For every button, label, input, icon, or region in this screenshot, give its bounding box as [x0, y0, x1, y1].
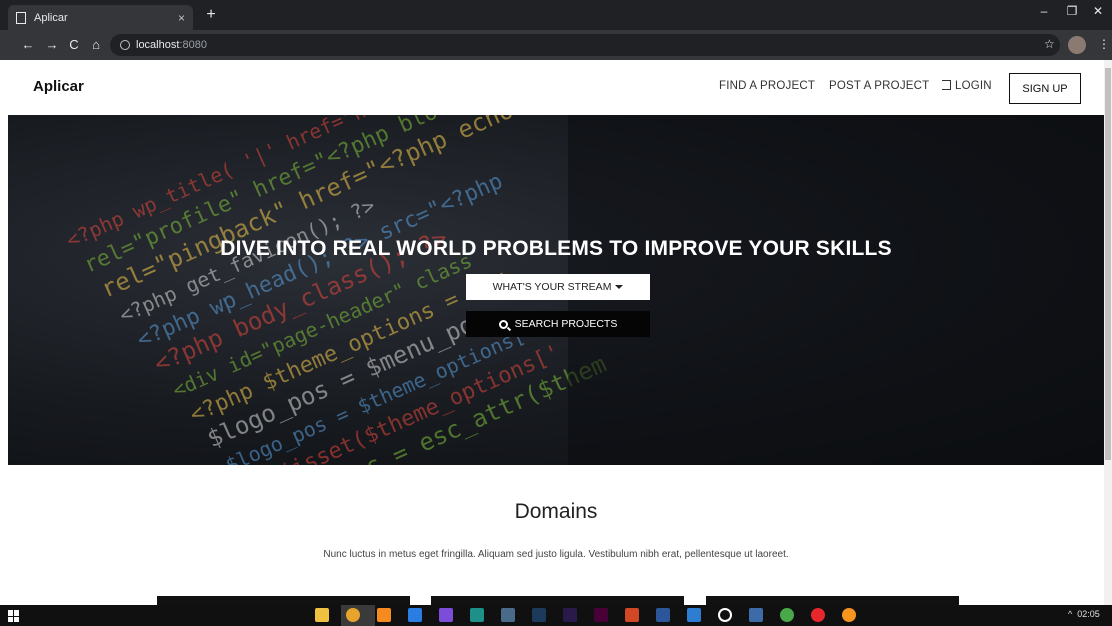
- caret-down-icon: [615, 285, 624, 289]
- close-window-icon[interactable]: ✕: [1084, 4, 1112, 18]
- xd-icon[interactable]: [594, 608, 608, 622]
- windows-start-icon[interactable]: [8, 610, 20, 622]
- domains-heading: Domains: [514, 500, 598, 523]
- site-info-icon[interactable]: [120, 40, 130, 50]
- visual-studio-icon[interactable]: [687, 608, 701, 622]
- forward-icon[interactable]: →: [44, 37, 60, 53]
- domains-description: Nunc luctus in metus eget fringilla. Ali…: [323, 549, 789, 560]
- windows-taskbar: [0, 605, 1112, 626]
- reload-icon[interactable]: C: [66, 37, 82, 53]
- page-icon: [16, 11, 26, 24]
- nav-login[interactable]: LOGIN: [942, 80, 992, 92]
- browser-tab[interactable]: Aplicar ×: [8, 5, 193, 30]
- ring-icon[interactable]: [718, 608, 732, 622]
- app-teal-icon[interactable]: [470, 608, 484, 622]
- premiere-icon[interactable]: [563, 608, 577, 622]
- hero-title: DIVE INTO REAL WORLD PROBLEMS TO IMPROVE…: [220, 237, 892, 260]
- nav-find-project[interactable]: FIND A PROJECT: [719, 80, 815, 92]
- browser-menu-icon[interactable]: ⋮: [1098, 37, 1110, 51]
- clock-time: 02:05: [1077, 609, 1100, 619]
- search-projects-label: SEARCH PROJECTS: [514, 318, 618, 330]
- brand-logo[interactable]: Aplicar: [33, 78, 84, 95]
- address-bar[interactable]: localhost:8080: [110, 34, 1060, 56]
- opera-icon[interactable]: [811, 608, 825, 622]
- browser-toolbar: ← → C ⌂ localhost:8080 ☆ ⋮: [0, 30, 1112, 60]
- minimize-icon[interactable]: –: [1030, 4, 1058, 18]
- stream-dropdown-button[interactable]: WHAT'S YOUR STREAM: [466, 274, 650, 300]
- restore-icon[interactable]: ❐: [1058, 4, 1086, 18]
- bookmark-star-icon[interactable]: ☆: [1044, 37, 1055, 51]
- address-host: localhost: [136, 39, 180, 51]
- photoshop-icon[interactable]: [532, 608, 546, 622]
- hero-banner: <?php wp_title( '|' href="http://rel="pr…: [8, 115, 1104, 465]
- app-steel-icon[interactable]: [749, 608, 763, 622]
- powerpoint-icon[interactable]: [625, 608, 639, 622]
- nav-login-label: LOGIN: [955, 80, 992, 92]
- search-projects-button[interactable]: SEARCH PROJECTS: [466, 311, 650, 337]
- signup-button[interactable]: SIGN UP: [1009, 73, 1081, 104]
- search-icon: [498, 319, 508, 329]
- home-icon[interactable]: ⌂: [88, 37, 104, 53]
- firefox-icon[interactable]: [842, 608, 856, 622]
- new-tab-button[interactable]: +: [200, 5, 222, 27]
- back-icon[interactable]: ←: [20, 37, 36, 53]
- login-icon: [942, 80, 951, 90]
- stream-dropdown-label: WHAT'S YOUR STREAM: [492, 281, 612, 293]
- app-purple-icon[interactable]: [439, 608, 453, 622]
- scrollbar-thumb[interactable]: [1105, 68, 1111, 460]
- app-green-icon[interactable]: [780, 608, 794, 622]
- browser-tab-strip: Aplicar × + – ❐ ✕: [0, 0, 1112, 30]
- profile-avatar[interactable]: [1068, 36, 1086, 54]
- app-slate-icon[interactable]: [501, 608, 515, 622]
- address-port: :8080: [179, 39, 207, 51]
- chrome-icon[interactable]: [346, 608, 360, 622]
- file-explorer-icon[interactable]: [315, 608, 329, 622]
- app-blue-icon[interactable]: [408, 608, 422, 622]
- site-navbar: Aplicar FIND A PROJECT POST A PROJECT LO…: [0, 60, 1104, 115]
- tab-close-icon[interactable]: ×: [178, 11, 185, 25]
- system-clock[interactable]: ^ 02:05: [1068, 609, 1100, 619]
- tab-title: Aplicar: [34, 11, 68, 24]
- tray-arrow-icon[interactable]: ^: [1068, 609, 1072, 619]
- nav-post-project[interactable]: POST A PROJECT: [829, 80, 929, 92]
- word-icon[interactable]: [656, 608, 670, 622]
- sublime-icon[interactable]: [377, 608, 391, 622]
